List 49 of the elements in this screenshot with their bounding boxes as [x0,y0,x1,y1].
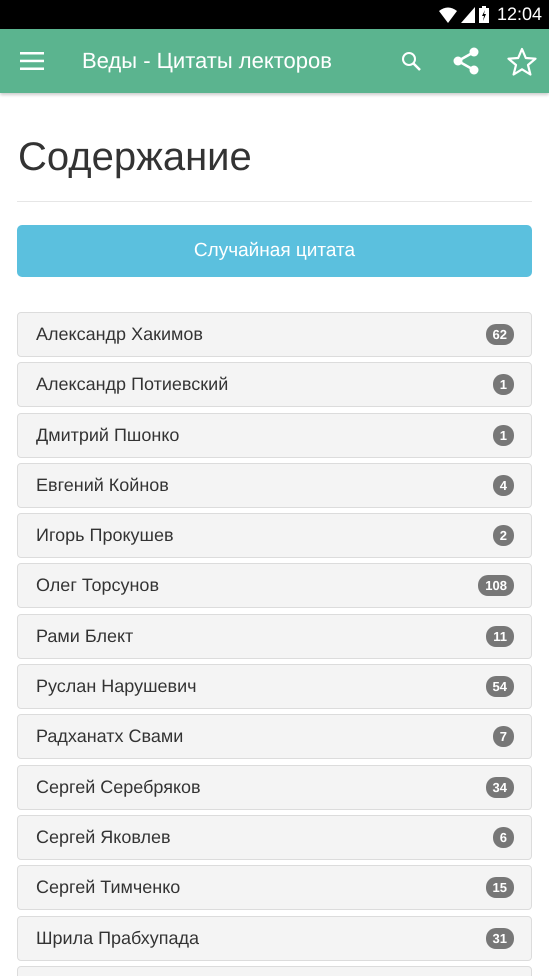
lecturer-name: Шрила Прабхупада [36,928,200,949]
app-title: Веды - Цитаты лекторов [82,48,333,74]
quote-count-badge: 7 [492,726,514,748]
quote-count-badge: 4 [492,474,514,496]
signal-icon [460,6,475,22]
lecturer-item[interactable]: Олег Торсунов 108 [17,563,532,608]
lecturer-item[interactable]: Игорь Прокушев 2 [17,513,532,558]
lecturer-item[interactable]: Рами Блект 11 [17,614,532,659]
share-icon[interactable] [453,47,479,75]
quote-count-badge: 15 [486,877,514,898]
lecturer-name: Олег Торсунов [36,575,160,596]
lecturer-name: Александр Хакимов [36,324,203,345]
lecturer-name: Сергей Яковлев [36,826,171,848]
lecturer-item[interactable]: Руслан Нарушевич 54 [17,664,532,710]
search-icon[interactable] [401,51,421,71]
quote-count-badge: 6 [492,826,514,848]
wifi-icon [438,6,457,22]
quote-count-badge: 1 [492,374,514,396]
battery-icon [478,6,489,23]
lecturer-name: Сергей Серебряков [36,776,201,798]
lecturer-name: Руслан Нарушевич [36,676,197,698]
quote-count-badge: 31 [486,928,514,949]
menu-icon[interactable] [20,52,44,70]
lecturer-item[interactable]: Дмитрий Пшонко 1 [17,412,532,458]
lecturer-item[interactable]: Шрила Прабхупада 31 [17,916,532,961]
lecturer-name: Александр Потиевский [36,374,228,396]
lecturer-item[interactable]: Радханатх Свами 7 [17,714,532,760]
lecturer-item[interactable]: Сергей Серебряков 34 [17,764,532,810]
quote-count-badge: 54 [486,676,514,698]
lecturer-name: Игорь Прокушев [36,525,174,546]
lecturer-item[interactable]: Александр Хакимов 62 [17,312,532,357]
lecturer-item[interactable]: Сергей Яковлев 6 [17,814,532,860]
lecturer-item[interactable]: Сергей Тимченко 15 [17,865,532,910]
lecturer-item[interactable]: Евгений Койнов 4 [17,462,532,508]
star-icon[interactable] [507,46,537,76]
quote-count-badge: 62 [486,324,514,345]
quote-count-badge: 2 [492,525,514,546]
quote-count-badge: 1 [492,424,514,446]
lecturer-name: Рами Блект [36,626,134,647]
lecturer-name: Сергей Тимченко [36,877,180,898]
lecturer-item[interactable]: Александр Потиевский 1 [17,362,532,408]
lecturer-name: Дмитрий Пшонко [36,424,180,446]
clock: 12:04 [496,4,542,25]
lecturer-name: Радханатх Свами [36,726,184,748]
quote-count-badge: 34 [486,776,514,798]
page-heading: Содержание [17,134,253,181]
lecturer-name: Евгений Койнов [36,474,169,496]
quote-count-badge: 11 [486,626,514,647]
quote-count-badge: 108 [478,575,514,596]
